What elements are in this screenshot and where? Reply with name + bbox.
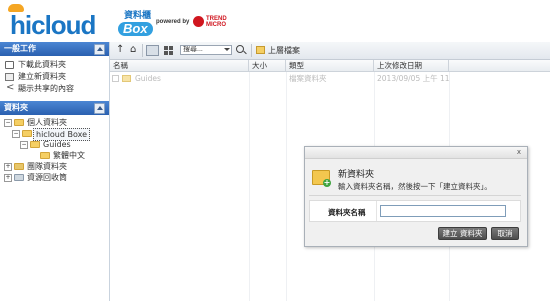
tree-node-label: 資源回收筒: [27, 173, 67, 182]
folder-icon: [122, 75, 131, 82]
dialog-heading: 新資料夾: [338, 170, 375, 180]
row-modified: 2013/09/05 上午 11:2: [377, 74, 449, 83]
folders-panel-header: 資料夾: [0, 101, 109, 115]
tree-node-personal[interactable]: − 個人資料夾: [0, 117, 109, 128]
table-row[interactable]: Guides 檔案資料夾 2013/09/05 上午 11:2: [110, 73, 550, 84]
expand-toggle-icon[interactable]: +: [4, 163, 12, 171]
upload-icon: [5, 61, 14, 69]
home-icon[interactable]: ⌂: [130, 45, 139, 56]
folder-icon: [14, 119, 24, 126]
tasks-panel-header: 一般工作: [0, 42, 109, 56]
up-level-button[interactable]: 上層檔案: [256, 45, 328, 56]
folder-icon: [40, 152, 50, 159]
column-header-name[interactable]: 名稱: [110, 60, 249, 71]
logo-chinese-text: 資料櫃: [124, 11, 152, 21]
tree-node-label: 繁體中文: [53, 151, 85, 160]
tree-node-label: 團隊資料夾: [27, 162, 67, 171]
dialog-divider: [309, 195, 521, 196]
tree-node-guides[interactable]: − Guides: [0, 139, 109, 150]
team-folder-icon: [14, 163, 24, 170]
row-size: [252, 73, 284, 84]
dialog-title-bar[interactable]: x: [305, 147, 527, 159]
logo-text: hicloud: [10, 10, 96, 40]
column-divider: [286, 72, 287, 301]
tree-node-traditional-chinese[interactable]: 繁體中文: [0, 150, 109, 161]
folders-panel-title: 資料夾: [4, 103, 28, 112]
form-divider: [376, 201, 377, 221]
task-label: 建立新資料夾: [18, 72, 66, 81]
tree-node-recycle-bin[interactable]: + 資源回收筒: [0, 172, 109, 183]
powered-by-text: powered by: [156, 19, 190, 25]
tasks-panel-title: 一般工作: [4, 44, 36, 53]
column-header-type[interactable]: 類型: [286, 60, 374, 71]
task-label: 下載此資料夾: [18, 60, 66, 69]
share-icon: [5, 82, 14, 94]
up-level-label: 上層檔案: [268, 46, 300, 55]
column-header-modified[interactable]: 上次修改日期: [374, 60, 449, 71]
dialog-description: 輸入資料夾名稱，然後按一下「建立資料夾」。: [338, 182, 492, 191]
collapse-toggle-icon[interactable]: −: [4, 119, 12, 127]
column-header-size[interactable]: 大小: [249, 60, 286, 71]
tree-node-hicloud-box[interactable]: − hicloud Boxe: [0, 128, 109, 141]
left-panel: 一般工作 下載此資料夾 建立新資料夾 顯示共享的內容 資料夾 − 個人資料夾 −…: [0, 42, 110, 301]
plus-icon: +: [323, 178, 331, 187]
recycle-bin-icon: [14, 174, 24, 181]
app-header: hicloud 資料櫃 Box powered by TREND MICRO: [0, 0, 550, 42]
folder-name-input[interactable]: [380, 205, 506, 217]
collapse-folders-button[interactable]: [94, 103, 105, 114]
hicloud-logo: hicloud 資料櫃 Box powered by TREND MICRO: [6, 4, 227, 40]
trend-micro-icon: [193, 16, 204, 27]
folder-name-label: 資料夾名稱: [328, 208, 366, 217]
toolbar-divider: [251, 44, 252, 57]
folder-icon: [22, 130, 32, 137]
tree-node-team[interactable]: + 團隊資料夾: [0, 161, 109, 172]
task-show-shared[interactable]: 顯示共享的內容: [0, 82, 109, 95]
expand-toggle-icon[interactable]: +: [4, 174, 12, 182]
task-label: 顯示共享的內容: [18, 84, 74, 93]
row-name: Guides: [135, 74, 161, 83]
create-folder-button[interactable]: 建立 資料夾: [438, 227, 487, 240]
trend-micro-text: TREND MICRO: [206, 16, 227, 28]
folder-tree: − 個人資料夾 − hicloud Boxe − Guides 繁體中文 + 團…: [0, 115, 109, 183]
search-dropdown-icon[interactable]: [224, 48, 230, 51]
new-folder-dialog: x + 新資料夾 輸入資料夾名稱，然後按一下「建立資料夾」。 資料夾名稱 建立 …: [304, 146, 528, 247]
column-divider: [249, 72, 250, 301]
task-download-folder[interactable]: 下載此資料夾: [0, 59, 109, 71]
search-icon[interactable]: [235, 44, 247, 56]
checkbox-icon[interactable]: [112, 75, 119, 82]
tree-node-label: 個人資料夾: [27, 118, 67, 127]
folder-icon: [30, 141, 40, 148]
file-list-header: 名稱 大小 類型 上次修改日期: [110, 60, 550, 72]
logo-box-badge: Box: [118, 22, 153, 36]
close-icon[interactable]: x: [515, 148, 523, 156]
folder-name-form: 資料夾名稱: [309, 200, 521, 222]
up-arrow-icon[interactable]: ↑: [116, 45, 125, 56]
list-view-icon[interactable]: [146, 45, 159, 56]
grid-view-icon[interactable]: [163, 45, 174, 56]
toolbar: ↑ ⌂ 上層檔案: [110, 42, 550, 60]
collapse-toggle-icon[interactable]: −: [12, 130, 20, 138]
task-create-folder[interactable]: 建立新資料夾: [0, 71, 109, 83]
tree-node-label: Guides: [43, 140, 71, 149]
toolbar-divider: [142, 44, 143, 57]
row-type: 檔案資料夾: [289, 74, 327, 83]
collapse-toggle-icon[interactable]: −: [20, 141, 28, 149]
collapse-tasks-button[interactable]: [94, 44, 105, 55]
cancel-button[interactable]: 取消: [491, 227, 519, 240]
new-folder-icon: [5, 73, 14, 81]
